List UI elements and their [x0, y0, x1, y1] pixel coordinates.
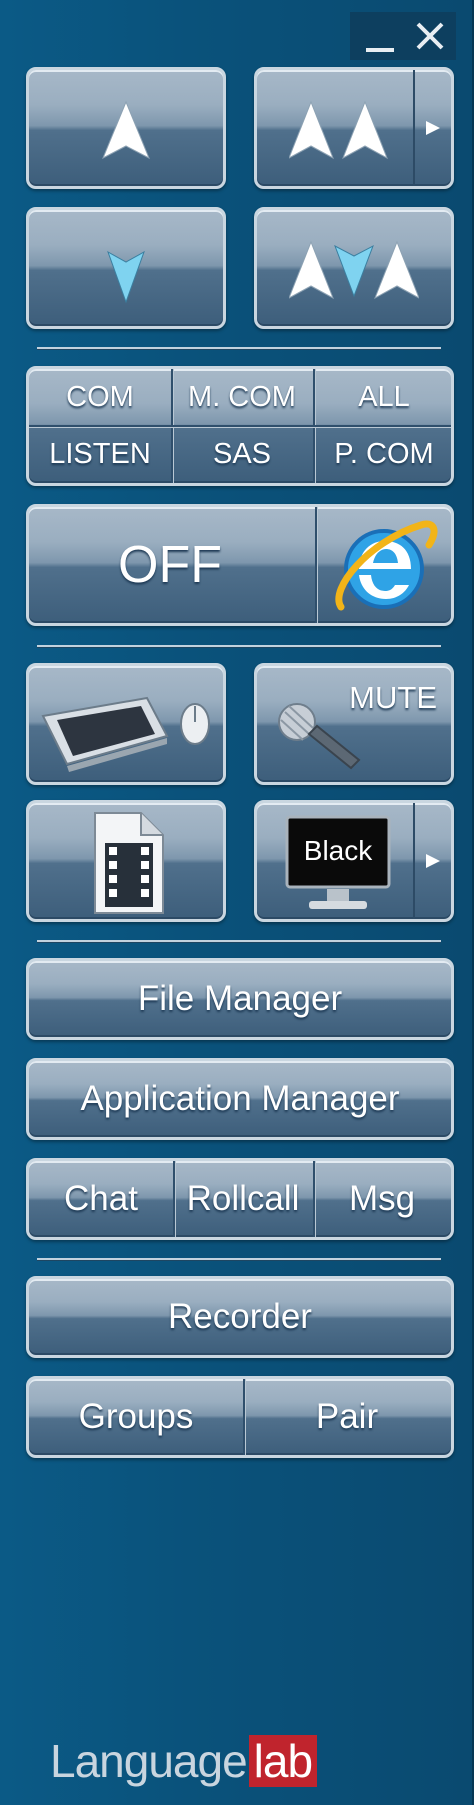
expand-arrow-button[interactable] — [413, 803, 451, 919]
window-title-bar — [350, 12, 456, 60]
chevron-right-icon — [426, 121, 440, 135]
arrow-down-icon — [107, 250, 145, 304]
rollcall-button[interactable]: Rollcall — [173, 1161, 313, 1237]
chevron-right-icon — [426, 854, 440, 868]
button-separator — [315, 507, 317, 623]
brand-lab-part: lab — [248, 1735, 318, 1787]
grouping-group: Groups Pair — [26, 1376, 454, 1458]
pair-button[interactable]: Pair — [243, 1379, 451, 1455]
screen-black-button[interactable]: Black — [254, 800, 454, 922]
mode-all[interactable]: ALL — [313, 369, 451, 426]
internet-state-label: OFF — [118, 536, 222, 594]
application-manager-label: Application Manager — [80, 1079, 400, 1118]
recorder-button[interactable]: Recorder — [26, 1276, 454, 1358]
nav-up-all-button[interactable] — [254, 67, 454, 189]
recorder-label: Recorder — [168, 1297, 312, 1336]
screen-black-label: Black — [303, 835, 373, 866]
double-arrow-up-icon — [289, 100, 388, 160]
mode-sas[interactable]: SAS — [171, 426, 313, 483]
media-file-button[interactable] — [26, 800, 226, 922]
mode-com[interactable]: COM — [29, 369, 171, 426]
button-separator — [173, 1161, 175, 1237]
mixed-arrows-icon — [289, 240, 419, 300]
nav-down-button[interactable] — [26, 207, 226, 329]
nav-mixed-button[interactable] — [254, 207, 454, 329]
internet-control-button[interactable]: OFF — [26, 504, 454, 626]
expand-arrow-button[interactable] — [413, 70, 451, 186]
brand-name-part: Language — [50, 1735, 248, 1787]
button-separator — [313, 1161, 315, 1237]
grid-separator — [29, 425, 451, 427]
arrow-up-icon — [102, 100, 150, 160]
application-manager-button[interactable]: Application Manager — [26, 1058, 454, 1140]
close-icon[interactable] — [406, 12, 454, 60]
brand-logo: Language lab — [50, 1734, 318, 1790]
divider — [37, 347, 441, 349]
minimize-icon[interactable] — [356, 12, 404, 60]
divider — [37, 940, 441, 942]
mode-p-com[interactable]: P. COM — [313, 426, 451, 483]
mute-label: MUTE — [349, 680, 437, 715]
control-panel: COM M. COM ALL LISTEN SAS P. COM OFF MUT… — [0, 0, 474, 1805]
mode-grid: COM M. COM ALL LISTEN SAS P. COM — [26, 366, 454, 486]
file-manager-label: File Manager — [137, 979, 343, 1018]
divider — [37, 645, 441, 647]
chat-button[interactable]: Chat — [29, 1161, 173, 1237]
msg-button[interactable]: Msg — [313, 1161, 451, 1237]
keyboard-mouse-icon — [41, 696, 210, 772]
mode-listen[interactable]: LISTEN — [29, 426, 171, 483]
mode-m-com[interactable]: M. COM — [171, 369, 313, 426]
keyboard-mouse-button[interactable] — [26, 663, 226, 785]
internet-explorer-icon — [335, 520, 438, 611]
nav-up-button[interactable] — [26, 67, 226, 189]
divider — [37, 1258, 441, 1260]
groups-button[interactable]: Groups — [29, 1379, 243, 1455]
file-manager-button[interactable]: File Manager — [26, 958, 454, 1040]
button-separator — [243, 1379, 245, 1455]
microphone-mute-button[interactable]: MUTE — [254, 663, 454, 785]
communication-group: Chat Rollcall Msg — [26, 1158, 454, 1240]
video-file-icon — [94, 812, 164, 914]
